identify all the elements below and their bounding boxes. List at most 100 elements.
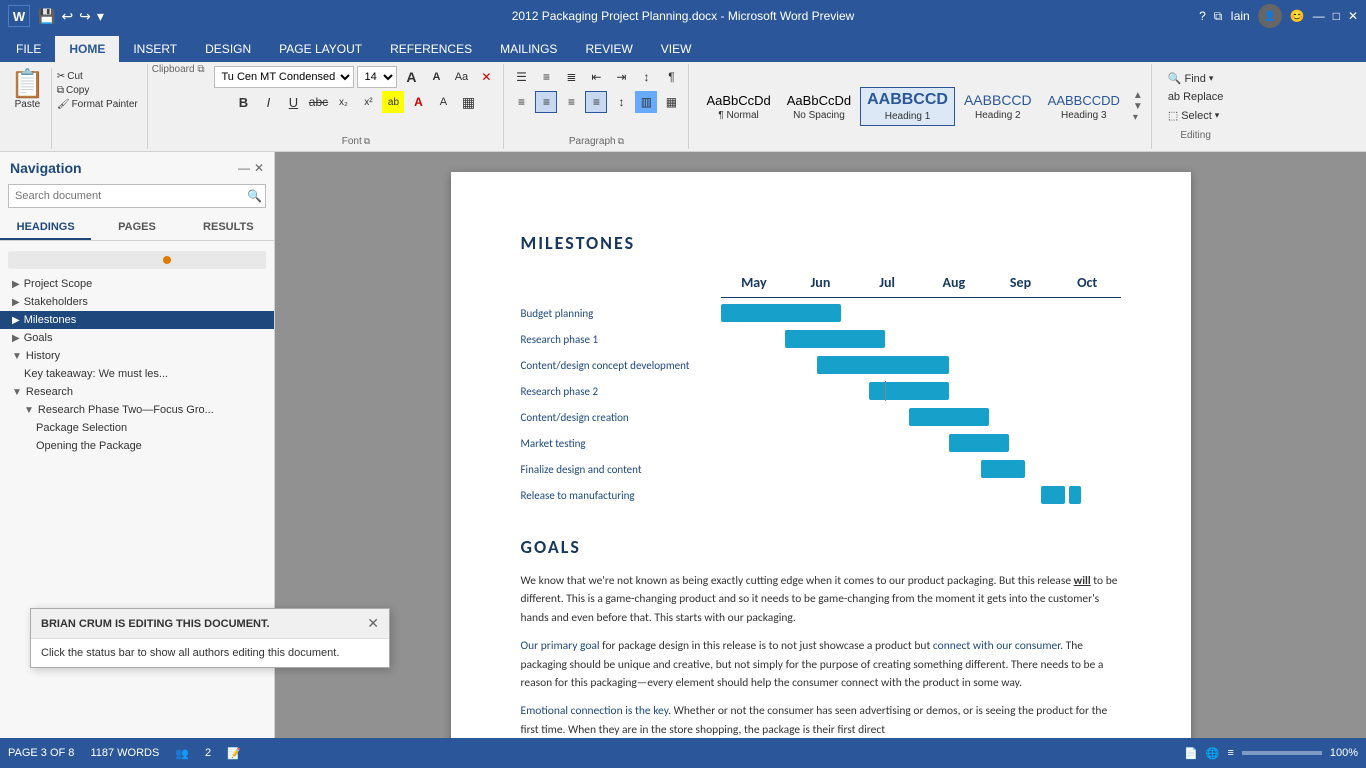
numbering-button[interactable]: ≡ bbox=[535, 66, 557, 88]
replace-button[interactable]: ab Replace bbox=[1162, 89, 1230, 105]
italic-button[interactable]: I bbox=[257, 91, 279, 113]
nav-expand-icon-active: ▶ bbox=[12, 315, 20, 326]
find-button[interactable]: 🔍 Find ▾ bbox=[1162, 70, 1230, 87]
line-spacing-button[interactable]: ↕ bbox=[610, 91, 632, 113]
maximize-btn[interactable]: □ bbox=[1333, 9, 1340, 23]
gantt-row-market-testing: Market testing bbox=[521, 432, 1121, 454]
bold-button[interactable]: B bbox=[232, 91, 254, 113]
nav-close-icon[interactable]: ✕ bbox=[254, 161, 264, 175]
font-grow-button[interactable]: A bbox=[400, 66, 422, 88]
undo-icon[interactable]: ↩ bbox=[61, 8, 73, 25]
align-right-button[interactable]: ≡ bbox=[560, 91, 582, 113]
font-size-select[interactable]: 14 bbox=[357, 66, 397, 88]
borders-button[interactable]: ▦ bbox=[457, 91, 479, 113]
paragraph-expand-icon[interactable]: ⧉ bbox=[618, 136, 624, 147]
nav-minimize-icon[interactable]: — bbox=[238, 161, 250, 175]
redo-icon[interactable]: ↪ bbox=[79, 8, 91, 25]
shading-button[interactable]: A bbox=[432, 91, 454, 113]
nav-item-package-selection[interactable]: Package Selection bbox=[0, 419, 274, 437]
view-icon-web[interactable]: 🌐 bbox=[1206, 747, 1220, 760]
paste-button[interactable]: 📋 Paste bbox=[4, 68, 52, 149]
font-expand-icon[interactable]: ⧉ bbox=[364, 136, 370, 147]
superscript-button[interactable]: x² bbox=[357, 91, 379, 113]
goals-emotional-link[interactable]: Emotional connection is the key. bbox=[521, 704, 672, 718]
subscript-button[interactable]: x₂ bbox=[332, 91, 354, 113]
nav-item-research-phase2[interactable]: ▼ Research Phase Two—Focus Gro... bbox=[0, 401, 274, 419]
change-case-button[interactable]: Aa bbox=[450, 66, 472, 88]
goals-connect-link[interactable]: connect with our consumer. bbox=[933, 639, 1063, 653]
nav-item-stakeholders[interactable]: ▶ Stakeholders bbox=[0, 293, 274, 311]
tab-review[interactable]: REVIEW bbox=[571, 36, 646, 62]
style-heading1[interactable]: AABBCCD Heading 1 bbox=[860, 87, 955, 126]
search-icon[interactable]: 🔍 bbox=[247, 189, 262, 203]
underline-button[interactable]: U bbox=[282, 91, 304, 113]
search-input[interactable] bbox=[8, 184, 266, 208]
tab-mailings[interactable]: MAILINGS bbox=[486, 36, 571, 62]
nav-tab-headings[interactable]: HEADINGS bbox=[0, 216, 91, 240]
font-group-label[interactable]: Font ⧉ bbox=[342, 136, 370, 147]
view-icon-print[interactable]: 📄 bbox=[1184, 747, 1198, 760]
save-icon[interactable]: 💾 bbox=[38, 8, 55, 25]
track-changes-icon[interactable]: 📝 bbox=[227, 747, 241, 760]
nav-item-goals[interactable]: ▶ Goals bbox=[0, 329, 274, 347]
nav-item-opening-package[interactable]: Opening the Package bbox=[0, 437, 274, 455]
tab-file[interactable]: FILE bbox=[2, 36, 55, 62]
clipboard-expand-icon[interactable]: ⧉ bbox=[197, 64, 204, 75]
paragraph-group-label[interactable]: Paragraph ⧉ bbox=[569, 136, 624, 147]
close-btn[interactable]: ✕ bbox=[1348, 9, 1358, 23]
copy-button[interactable]: ⧉ Copy bbox=[54, 84, 141, 97]
increase-indent-button[interactable]: ⇥ bbox=[610, 66, 632, 88]
gantt-month-may: May bbox=[721, 274, 788, 291]
format-painter-button[interactable]: 🖌 Format Painter bbox=[54, 98, 141, 111]
tab-insert[interactable]: INSERT bbox=[119, 36, 191, 62]
zoom-slider[interactable] bbox=[1242, 751, 1322, 755]
shading-para-button[interactable]: ▥ bbox=[635, 91, 657, 113]
style-no-spacing[interactable]: AaBbCcDd No Spacing bbox=[780, 89, 858, 125]
nav-item-key-takeaway[interactable]: Key takeaway: We must les... bbox=[0, 365, 274, 383]
style-heading3[interactable]: AABBCCDD Heading 3 bbox=[1041, 89, 1127, 125]
style-normal[interactable]: AaBbCcDd ¶ Normal bbox=[699, 89, 777, 125]
styles-expand-icon[interactable]: ▾ bbox=[1133, 112, 1143, 123]
align-center-button[interactable]: ≡ bbox=[535, 91, 557, 113]
help-icon[interactable]: ? bbox=[1199, 9, 1206, 23]
nav-item-research[interactable]: ▼ Research bbox=[0, 383, 274, 401]
nav-item-history[interactable]: ▼ History bbox=[0, 347, 274, 365]
justify-button[interactable]: ≡ bbox=[585, 91, 607, 113]
font-color-button[interactable]: A bbox=[407, 91, 429, 113]
tab-home[interactable]: HOME bbox=[55, 36, 119, 62]
styles-up-icon[interactable]: ▲ bbox=[1133, 90, 1143, 101]
view-icon-outline[interactable]: ≡ bbox=[1227, 747, 1233, 759]
minimize-btn[interactable]: — bbox=[1313, 9, 1325, 23]
sort-button[interactable]: ↕ bbox=[635, 66, 657, 88]
restore-icon[interactable]: ⧉ bbox=[1214, 9, 1223, 24]
select-button[interactable]: ⬚ Select ▾ bbox=[1162, 107, 1230, 124]
title-bar: W 💾 ↩ ↪ ▾ 2012 Packaging Project Plannin… bbox=[0, 0, 1366, 32]
bullets-button[interactable]: ☰ bbox=[510, 66, 532, 88]
multilevel-button[interactable]: ≣ bbox=[560, 66, 582, 88]
nav-item-milestones[interactable]: ▶ Milestones bbox=[0, 311, 274, 329]
align-left-button[interactable]: ≡ bbox=[510, 91, 532, 113]
style-heading2[interactable]: AABBCCD Heading 2 bbox=[957, 88, 1039, 125]
cut-button[interactable]: ✂ Cut bbox=[54, 70, 141, 83]
font-shrink-button[interactable]: A bbox=[425, 66, 447, 88]
goals-primary-goal-link[interactable]: Our primary goal bbox=[521, 639, 600, 653]
authors-icon[interactable]: 👥 bbox=[175, 747, 189, 760]
tab-page-layout[interactable]: PAGE LAYOUT bbox=[265, 36, 376, 62]
nav-item-project-scope[interactable]: ▶ Project Scope bbox=[0, 275, 274, 293]
text-highlight-button[interactable]: ab bbox=[382, 91, 404, 113]
tab-view[interactable]: VIEW bbox=[647, 36, 706, 62]
styles-down-icon[interactable]: ▼ bbox=[1133, 101, 1143, 112]
cut-icon: ✂ bbox=[57, 71, 65, 82]
show-formatting-button[interactable]: ¶ bbox=[660, 66, 682, 88]
font-family-select[interactable]: Tu Cen MT Condensed ( bbox=[214, 66, 354, 88]
tab-design[interactable]: DESIGN bbox=[191, 36, 265, 62]
nav-tab-results[interactable]: RESULTS bbox=[183, 216, 274, 240]
borders-para-button[interactable]: ▦ bbox=[660, 91, 682, 113]
nav-tab-pages[interactable]: PAGES bbox=[91, 216, 182, 240]
customize-icon[interactable]: ▾ bbox=[97, 8, 104, 25]
clear-format-button[interactable]: ✕ bbox=[475, 66, 497, 88]
styles-scroll[interactable]: ▲ ▼ ▾ bbox=[1131, 88, 1145, 125]
strikethrough-button[interactable]: abc bbox=[307, 91, 329, 113]
decrease-indent-button[interactable]: ⇤ bbox=[585, 66, 607, 88]
tab-references[interactable]: REFERENCES bbox=[376, 36, 486, 62]
